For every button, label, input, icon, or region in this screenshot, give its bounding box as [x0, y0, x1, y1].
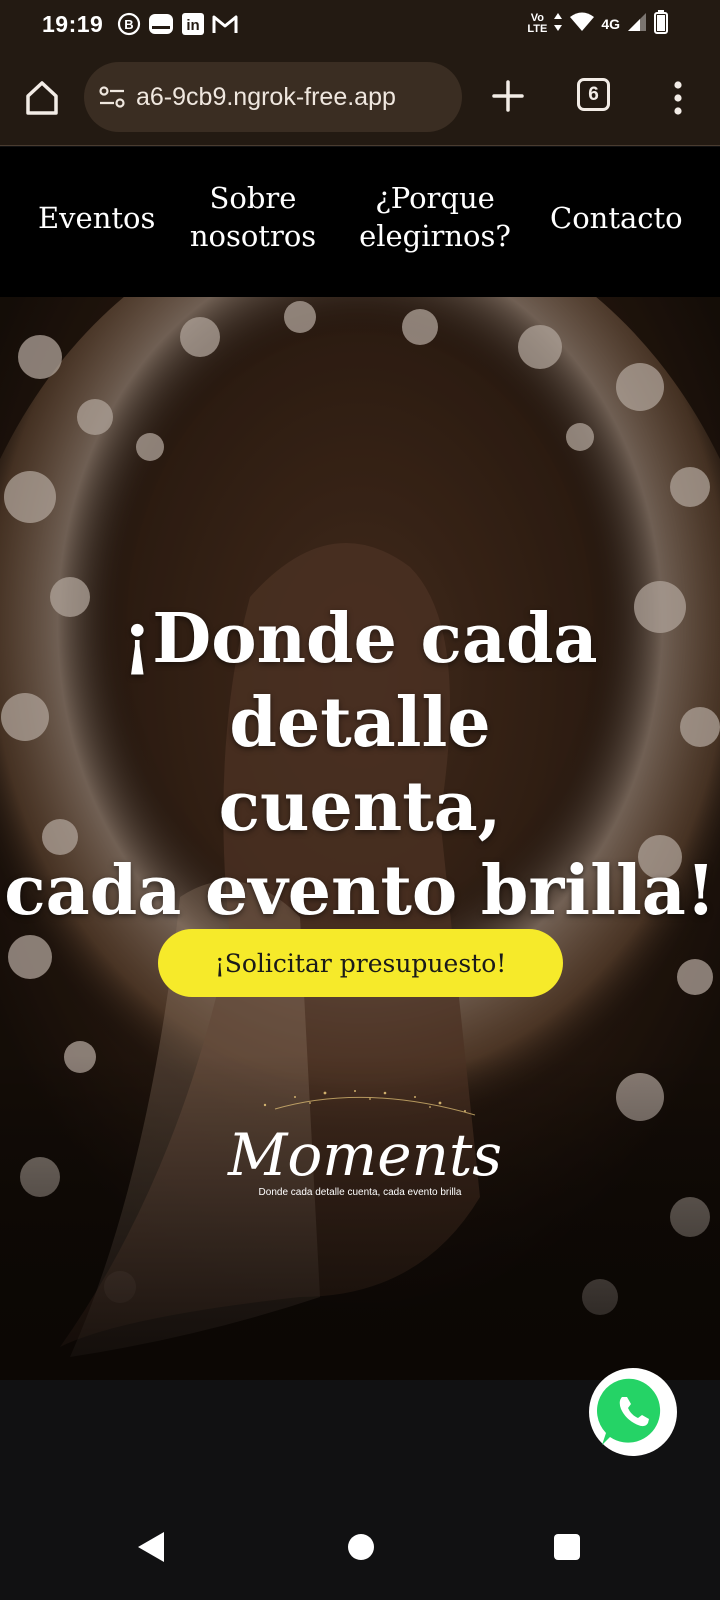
messaging-icon: [148, 11, 174, 37]
home-nav-icon[interactable]: [348, 1534, 374, 1560]
whatsapp-button[interactable]: [588, 1367, 678, 1457]
recents-icon[interactable]: [554, 1534, 580, 1560]
nav-link-eventos[interactable]: Eventos: [38, 199, 155, 237]
plus-icon: [492, 80, 524, 112]
status-bar: 19:19 B in Vo LTE 4G: [0, 0, 720, 50]
hero-heading: ¡Donde cada detalle cuenta, cada evento …: [4, 599, 716, 931]
site-navbar: Eventos Sobre nosotros ¿Porque elegirnos? …: [0, 147, 720, 297]
android-nav-bar: [0, 1500, 720, 1600]
linkedin-icon: in: [180, 11, 206, 37]
new-tab-button[interactable]: [488, 76, 528, 116]
more-vert-icon: [674, 81, 682, 115]
signal-icon: [626, 11, 648, 37]
request-quote-button[interactable]: ¡Solicitar presupuesto!: [158, 929, 563, 997]
url-text: a6-9cb9.ngrok-free.app: [136, 82, 396, 111]
nav-link-sobre-nosotros[interactable]: Sobre nosotros: [184, 179, 322, 255]
nav-link-contacto[interactable]: Contacto: [550, 199, 683, 237]
browser-menu-button[interactable]: [664, 78, 692, 118]
browser-toolbar: a6-9cb9.ngrok-free.app 6: [0, 50, 720, 146]
svg-text:B: B: [124, 17, 133, 32]
hero-section: ¡Donde cada detalle cuenta, cada evento …: [0, 297, 720, 1380]
tab-switcher-button[interactable]: 6: [577, 78, 610, 111]
gmail-icon: [212, 11, 238, 37]
data-arrows-icon: [553, 11, 563, 37]
notification-icons: B in: [116, 11, 238, 37]
svg-text:Moments: Moments: [227, 1121, 502, 1189]
home-icon: [26, 81, 58, 115]
svg-text:in: in: [186, 17, 199, 34]
battery-icon: [654, 10, 668, 38]
b-circle-icon: B: [116, 11, 142, 37]
back-icon[interactable]: [136, 1530, 166, 1564]
nav-link-porque-elegirnos[interactable]: ¿Porque elegirnos?: [354, 179, 516, 255]
volte-indicator: Vo LTE: [527, 12, 548, 35]
site-info-icon[interactable]: [98, 83, 126, 111]
address-bar[interactable]: a6-9cb9.ngrok-free.app: [84, 62, 462, 132]
system-icons: Vo LTE 4G: [527, 10, 668, 38]
whatsapp-icon: [589, 1368, 677, 1456]
logo-tagline: Donde cada detalle cuenta, cada evento b…: [258, 1187, 462, 1198]
home-button[interactable]: [20, 76, 64, 120]
network-type: 4G: [601, 16, 620, 32]
status-time: 19:19: [42, 11, 104, 37]
wifi-icon: [569, 11, 595, 37]
tab-count: 6: [588, 83, 599, 105]
